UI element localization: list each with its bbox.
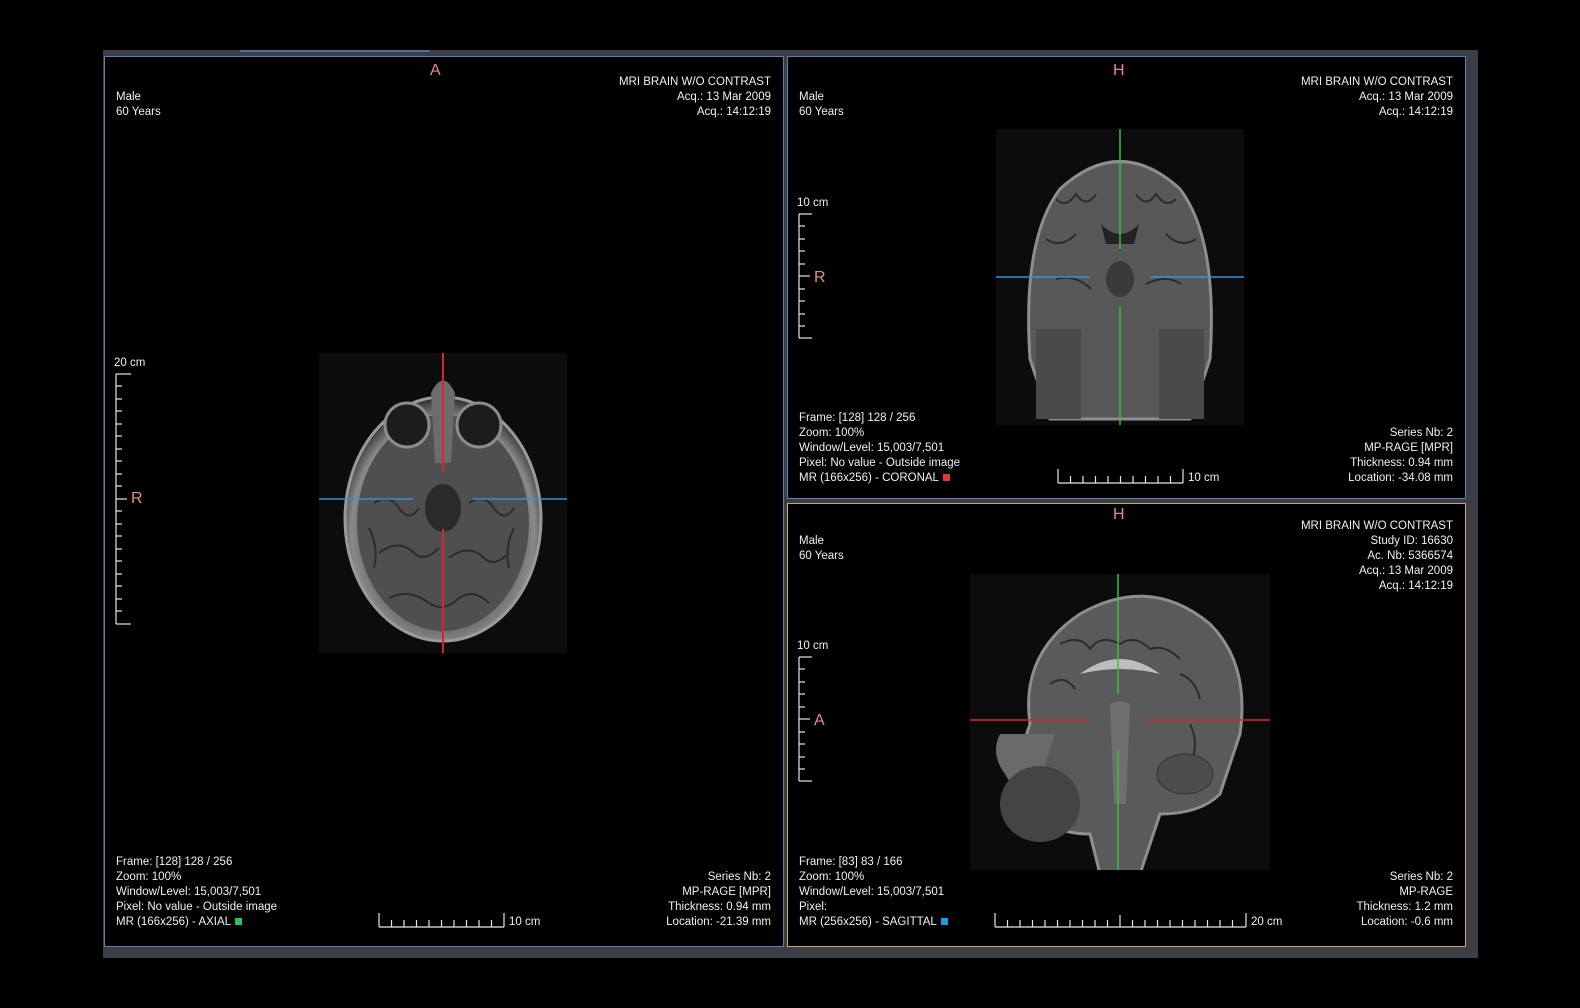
slice-location: Location: -0.6 mm [1360,916,1453,928]
slice-location: Location: -34.08 mm [1348,472,1453,484]
orientation-top-label: H [1113,506,1125,523]
vertical-scale-ruler [115,373,131,625]
orientation-top-label: H [1113,62,1125,79]
horizontal-scale-label: 10 cm [1188,472,1220,484]
acquisition-date: Acq.: 13 Mar 2009 [1359,565,1453,577]
vertical-scale-label: 20 cm [114,357,146,369]
series-description: MR (166x256) - CORONAL [799,471,950,486]
frame-accent [240,50,430,52]
series-number: Series Nb: 2 [1389,871,1453,883]
zoom-info: Zoom: 100% [799,871,865,883]
protocol-name: MP-RAGE [MPR] [1364,442,1453,454]
acquisition-date: Acq.: 13 Mar 2009 [1359,91,1453,103]
acquisition-date: Acq.: 13 Mar 2009 [677,91,771,103]
horizontal-scale-ruler [378,913,505,928]
vertical-scale-label: 10 cm [797,640,829,652]
vertical-scale-ruler [798,656,812,782]
sagittal-mri-image[interactable] [970,574,1270,870]
sagittal-viewport[interactable]: H A Male 60 Years MRI BRAIN W/O CONTRAST… [787,503,1466,947]
acquisition-time: Acq.: 14:12:19 [1378,106,1453,118]
axial-viewport[interactable]: A R Male 60 Years MRI BRAIN W/O CONTRAST… [104,56,784,947]
slice-thickness: Thickness: 1.2 mm [1356,901,1454,913]
axial-mri-image[interactable] [319,353,567,653]
horizontal-scale-label: 20 cm [1251,916,1283,928]
protocol-name: MP-RAGE [MPR] [682,886,771,898]
patient-sex: Male [799,91,824,103]
pixel-info: Pixel: No value - Outside image [799,457,961,469]
pixel-info: Pixel: [799,901,828,913]
coronal-mri-image[interactable] [996,129,1244,425]
protocol-name: MP-RAGE [1399,886,1453,898]
study-description: MRI BRAIN W/O CONTRAST [1300,76,1453,88]
accession-number: Ac. Nb: 5366574 [1367,550,1453,562]
zoom-info: Zoom: 100% [799,427,865,439]
frame-info: Frame: [83] 83 / 166 [799,856,903,868]
pixel-info: Pixel: No value - Outside image [116,901,278,913]
series-number: Series Nb: 2 [707,871,771,883]
study-id: Study ID: 16630 [1370,535,1453,547]
horizontal-scale-ruler [994,913,1247,928]
window-level-info: Window/Level: 15,003/7,501 [799,442,945,454]
frame-info: Frame: [128] 128 / 256 [799,412,916,424]
acquisition-time: Acq.: 14:12:19 [1378,580,1453,592]
horizontal-scale-label: 10 cm [509,916,541,928]
patient-sex: Male [799,535,824,547]
study-description: MRI BRAIN W/O CONTRAST [1300,520,1453,532]
vertical-scale-label: 10 cm [797,197,829,209]
patient-age: 60 Years [799,106,844,118]
axial-marker-square [235,918,243,925]
coronal-marker-square [942,474,950,481]
patient-age: 60 Years [799,550,844,562]
study-description: MRI BRAIN W/O CONTRAST [618,76,771,88]
sagittal-marker-square [940,918,948,925]
slice-location: Location: -21.39 mm [666,916,771,928]
acquisition-time: Acq.: 14:12:19 [696,106,771,118]
slice-thickness: Thickness: 0.94 mm [668,901,771,913]
series-description: MR (166x256) - AXIAL [116,915,243,930]
patient-sex: Male [116,91,141,103]
window-level-info: Window/Level: 15,003/7,501 [116,886,262,898]
series-description: MR (256x256) - SAGITTAL [799,915,948,930]
patient-age: 60 Years [116,106,161,118]
coronal-viewport[interactable]: H R Male 60 Years MRI BRAIN W/O CONTRAST… [787,56,1466,499]
frame-info: Frame: [128] 128 / 256 [116,856,233,868]
horizontal-scale-ruler [1057,469,1184,484]
vertical-scale-ruler [798,213,812,339]
orientation-top-label: A [430,62,441,79]
window-level-info: Window/Level: 15,003/7,501 [799,886,945,898]
zoom-info: Zoom: 100% [116,871,182,883]
series-number: Series Nb: 2 [1389,427,1453,439]
slice-thickness: Thickness: 0.94 mm [1350,457,1453,469]
